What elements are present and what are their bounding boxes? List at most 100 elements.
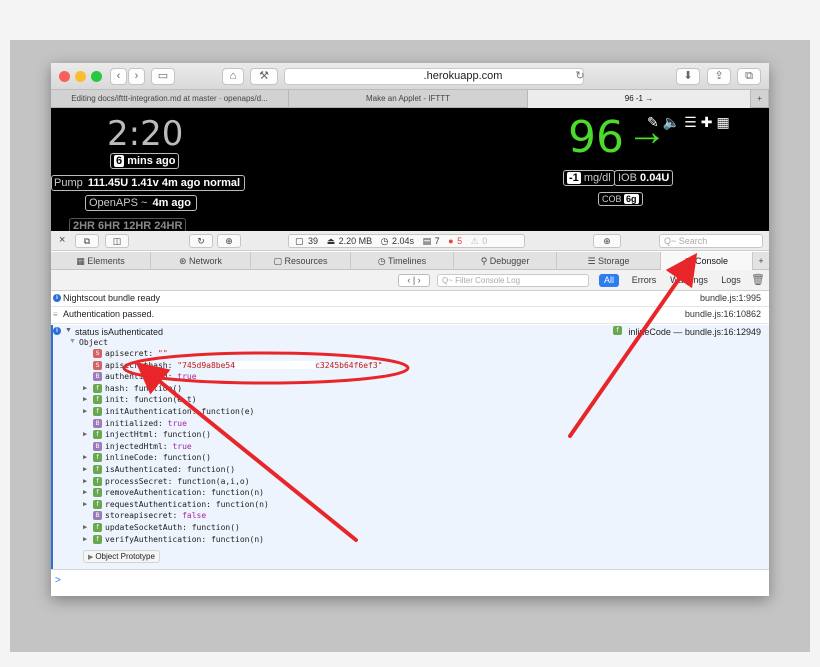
object-property-initialized[interactable]: Binitialized: true	[93, 418, 187, 428]
dashboard-stats[interactable]: ▢ 39 ⏏ 2.20 MB ◷ 2.04s ▤ 7 ● 5 ⚠ 0	[288, 234, 525, 248]
minimize-window-button[interactable]	[75, 71, 86, 82]
filter-all-button[interactable]: All	[599, 274, 619, 287]
new-tab-button[interactable]: +	[751, 90, 769, 108]
reload-page-button[interactable]: ↻	[189, 234, 213, 248]
close-window-button[interactable]	[59, 71, 70, 82]
object-property-apisecrethash[interactable]: Sapisecrethash: "745d9a8be54 c3245b64f6ef…	[93, 360, 383, 370]
inspect-element-button[interactable]: ⊕	[593, 234, 621, 248]
calculator-icon[interactable]: ▦	[716, 114, 733, 130]
object-property-init[interactable]: ▶ f init: function(e,t)	[83, 395, 197, 405]
disclosure-triangle-icon[interactable]: ▼	[65, 327, 72, 334]
object-property-updateSocketAuth[interactable]: ▶ f updateSocketAuth: function()	[83, 523, 240, 532]
object-property-storeapisecret[interactable]: Bstoreapisecret: false	[93, 511, 206, 521]
dock-side-button[interactable]: ◫	[105, 234, 129, 248]
tab-storage[interactable]: ☰ Storage	[557, 252, 661, 270]
object-property-inlineCode[interactable]: ▶ f inlineCode: function()	[83, 453, 211, 463]
reload-icon[interactable]: ↻	[573, 69, 587, 84]
address-bar[interactable]: .herokuapp.com ↻	[284, 68, 587, 85]
console-group: i ▼ status isAuthenticated f inlineCode …	[51, 325, 769, 569]
speaker-icon[interactable]: 🔈	[663, 114, 684, 130]
sidebar-button[interactable]: ▭	[151, 68, 175, 85]
database-icon: ☰	[587, 256, 599, 266]
dock-button[interactable]: ⧉	[75, 234, 99, 248]
clear-console-button[interactable]: 🗑	[751, 274, 765, 287]
time-range-buttons[interactable]: 2HR 6HR 12HR 24HR	[69, 218, 187, 231]
tab-resources[interactable]: ▢ Resources	[251, 252, 351, 270]
disclosure-triangle-icon[interactable]: ▶	[83, 453, 87, 461]
disclosure-triangle-icon[interactable]: ▶	[83, 430, 87, 438]
openaps-pill[interactable]: OpenAPS ~ 4m ago	[85, 195, 197, 211]
object-property-hash[interactable]: ▶ f hash: function()	[83, 383, 182, 393]
property-separator: :	[201, 534, 211, 544]
filter-logs-button[interactable]: Logs	[719, 274, 743, 287]
object-property-isAuthenticated[interactable]: ▶ f isAuthenticated: function()	[83, 465, 235, 474]
tab-debugger[interactable]: ⚲ Debugger	[454, 252, 557, 270]
object-property-requestAuthentication[interactable]: ▶ f requestAuthentication: function(n)	[83, 499, 269, 509]
menu-icon[interactable]: ☰	[684, 114, 701, 130]
message-source[interactable]: bundle.js:16:10862	[685, 309, 761, 319]
string-type-icon: S	[93, 360, 102, 370]
disclosure-triangle-icon[interactable]: ▶	[83, 535, 87, 543]
network-icon: ⊛	[178, 256, 190, 266]
console-output: i Nightscout bundle ready bundle.js:1:99…	[51, 291, 769, 571]
inspector-search-input[interactable]: Q~ Search	[659, 234, 763, 248]
group-source[interactable]: inlineCode — bundle.js:16:12949	[628, 327, 761, 337]
tab-console[interactable]: ⊠ Console	[661, 252, 753, 270]
property-separator: :	[201, 488, 211, 498]
object-property-verifyAuthentication[interactable]: ▶ f verifyAuthentication: function(n)	[83, 534, 264, 544]
disclosure-triangle-icon[interactable]: ▼	[69, 338, 76, 345]
tab-github[interactable]: Editing docs/ifttt-integration.md at mas…	[51, 90, 289, 108]
add-tab-button[interactable]: +	[753, 252, 769, 270]
pump-pill[interactable]: Pump 111.45U 1.41v 4m ago normal	[51, 175, 246, 191]
tab-nightscout[interactable]: 96 -1 →	[528, 90, 751, 108]
downloads-button[interactable]: ⬇	[676, 68, 700, 85]
disclosure-triangle-icon[interactable]: ▶	[83, 523, 87, 531]
console-nav-buttons[interactable]: ‹ | ›	[398, 274, 430, 287]
resource-count: 39	[308, 236, 319, 246]
disclosure-triangle-icon[interactable]: ▶	[83, 488, 87, 496]
object-property-removeAuthentication[interactable]: ▶ f removeAuthentication: function(n)	[83, 488, 264, 498]
object-property-injectedHtml[interactable]: BinjectedHtml: true	[93, 441, 192, 451]
home-button[interactable]: ⌂	[222, 68, 244, 85]
disclosure-triangle-icon[interactable]: ▶	[83, 477, 87, 485]
trash-icon: 🗑	[751, 274, 765, 286]
extension-button[interactable]: ⚒	[250, 68, 278, 85]
share-button[interactable]: ⇪	[707, 68, 731, 85]
plus-icon[interactable]: ✚	[701, 114, 717, 130]
disclosure-triangle-icon[interactable]: ▶	[83, 465, 87, 473]
tab-network[interactable]: ⊛ Network	[151, 252, 251, 270]
disclosure-triangle-icon[interactable]: ▶	[83, 500, 87, 508]
property-value: function(a,i,o)	[177, 476, 250, 486]
console-message[interactable]: i Nightscout bundle ready bundle.js:1:99…	[51, 291, 769, 307]
console-filter-input[interactable]: Q~ Filter Console Log	[437, 274, 589, 287]
group-title[interactable]: status isAuthenticated	[75, 327, 163, 337]
forward-button[interactable]: ›	[128, 68, 145, 85]
zoom-window-button[interactable]	[91, 71, 102, 82]
download-archive-button[interactable]: ⊕	[217, 234, 241, 248]
disclosure-triangle-icon[interactable]: ▶	[83, 395, 87, 403]
object-property-apisecret[interactable]: Sapisecret: ""	[93, 349, 168, 358]
object-prototype[interactable]: ▶ Object Prototype	[83, 550, 160, 563]
object-property-initAuthentication[interactable]: ▶ f initAuthentication: function(e)	[83, 407, 254, 416]
object-property-processSecret[interactable]: ▶ f processSecret: function(a,i,o)	[83, 476, 250, 486]
tab-timelines[interactable]: ◷ Timelines	[351, 252, 454, 270]
filter-errors-button[interactable]: Errors	[629, 274, 659, 287]
object-property-injectHtml[interactable]: ▶ f injectHtml: function()	[83, 430, 211, 440]
tab-ifttt[interactable]: Make an Applet - IFTTT	[289, 90, 528, 108]
boolean-type-icon: B	[93, 372, 102, 382]
object-label[interactable]: Object	[79, 338, 108, 347]
chevron-left-icon: ‹	[116, 70, 121, 82]
back-button[interactable]: ‹	[110, 68, 127, 85]
close-inspector-icon[interactable]: ×	[59, 234, 65, 246]
disclosure-triangle-icon[interactable]: ▶	[83, 384, 87, 392]
console-message[interactable]: ≡ Authentication passed. bundle.js:16:10…	[51, 307, 769, 324]
disclosure-triangle-icon[interactable]: ▶	[83, 407, 87, 415]
filter-warnings-button[interactable]: Warnings	[669, 274, 709, 287]
console-prompt[interactable]: >	[51, 569, 769, 596]
message-source[interactable]: bundle.js:1:995	[700, 293, 761, 303]
object-property-authenticated[interactable]: Bauthenticated: true	[93, 372, 197, 382]
edit-icon[interactable]: ✎	[647, 114, 663, 130]
tabs-overview-button[interactable]: ⧉	[737, 68, 761, 85]
tab-elements[interactable]: ▦ Elements	[51, 252, 151, 270]
property-value: "745d9a8be54	[177, 360, 236, 370]
